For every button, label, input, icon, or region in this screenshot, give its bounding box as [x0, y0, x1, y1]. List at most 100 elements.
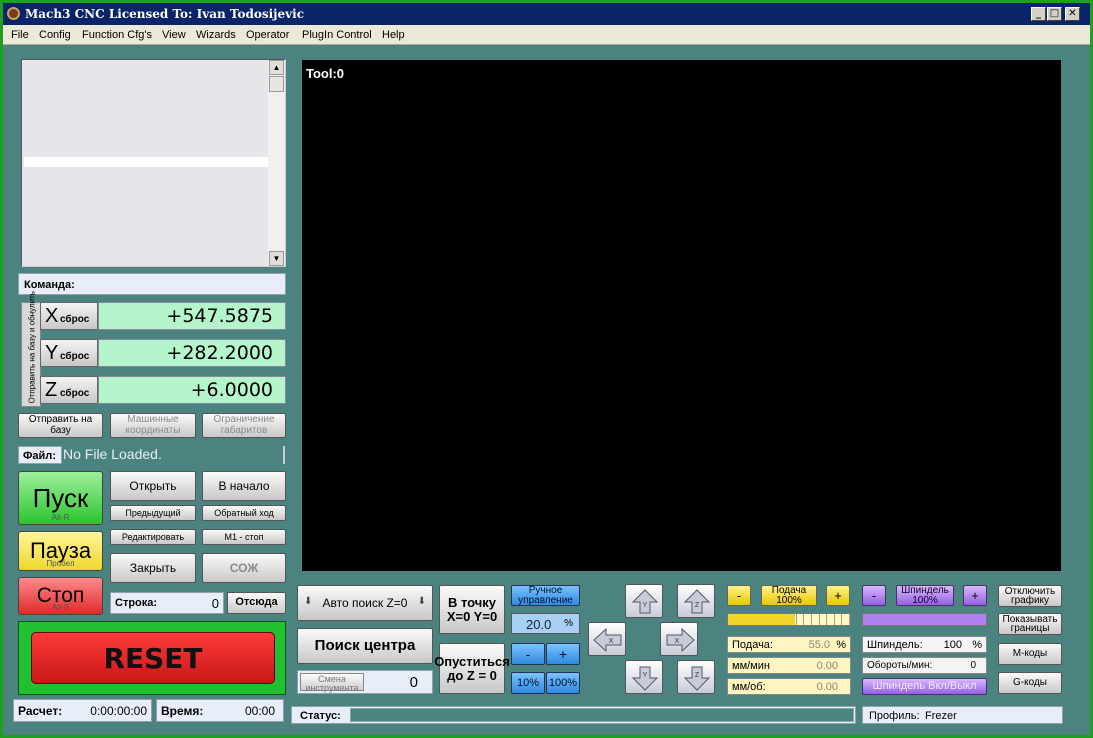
rpm-value: 0 — [970, 660, 976, 671]
feed-mm-rev-field: мм/об: 0.00 — [727, 678, 851, 695]
jog-y-plus-button[interactable]: Y — [625, 584, 663, 618]
soft-limits-button[interactable]: Ограничение габаритов — [202, 413, 286, 438]
jog-rate-minus-button[interactable]: - — [511, 643, 545, 665]
jog-10pct-button[interactable]: 10% — [511, 672, 545, 694]
feed-minus-button[interactable]: - — [727, 585, 751, 606]
feed-mm-min-field: мм/мин 0.00 — [727, 657, 851, 674]
bar-segment — [804, 614, 812, 625]
stop-hotkey: Alt-S — [51, 603, 70, 612]
current-line-highlight — [24, 157, 268, 167]
coolant-button[interactable]: СОЖ — [202, 553, 286, 583]
minimize-button[interactable]: _ — [1031, 7, 1046, 21]
toolpath-display[interactable]: Tool:0 — [302, 60, 1061, 571]
svg-text:Y: Y — [643, 602, 648, 609]
z-reset-button[interactable]: Z сброс — [40, 376, 98, 404]
z-axis-letter: Z — [45, 379, 58, 401]
open-button[interactable]: Открыть — [110, 471, 196, 501]
jog-rate-field[interactable]: 20.0 % — [511, 613, 580, 634]
disable-graphics-button[interactable]: Отключить графику — [998, 585, 1062, 607]
mach3-window: Mach3 CNC Licensed To: Ivan Todosijevic … — [3, 3, 1090, 735]
spindle-value: 100 — [943, 639, 962, 651]
window-title: Mach3 CNC Licensed To: Ivan Todosijevic — [25, 7, 304, 21]
jog-100pct-button[interactable]: 100% — [546, 672, 580, 694]
menu-wizards[interactable]: Wizards — [196, 29, 236, 41]
menu-plugin-control[interactable]: PlugIn Control — [302, 29, 372, 41]
find-center-button[interactable]: Поиск центра — [297, 628, 433, 664]
bar-segment — [835, 614, 843, 625]
spindle-bar — [862, 613, 987, 626]
run-hotkey: Alt-R — [51, 513, 70, 522]
reverse-run-button[interactable]: Обратный ход — [202, 505, 286, 521]
jog-y-minus-button[interactable]: Y — [625, 660, 663, 694]
gcode-list[interactable]: ▲ ▼ — [21, 59, 286, 267]
jog-rate-plus-button[interactable]: + — [546, 643, 580, 665]
menu-function-cfgs[interactable]: Function Cfg's — [82, 29, 152, 41]
x-dro-value[interactable]: +547.5875 — [98, 302, 286, 330]
ref-all-button[interactable]: Отправить на базу — [18, 413, 103, 438]
y-reset-button[interactable]: Y сброс — [40, 339, 98, 367]
scroll-up-icon[interactable]: ▲ — [269, 60, 284, 75]
scroll-down-icon[interactable]: ▼ — [269, 251, 284, 266]
feed-100-button[interactable]: Подача 100% — [761, 585, 817, 606]
profile-label: Профиль: — [869, 710, 920, 722]
spindle-onoff-button[interactable]: Шпиндель Вкл/Выкл — [862, 678, 987, 695]
x-reset-button[interactable]: X сброс — [40, 302, 98, 330]
rewind-button[interactable]: В начало — [202, 471, 286, 501]
spindle-plus-button[interactable]: + — [963, 585, 987, 606]
command-label: Команда: — [24, 279, 75, 291]
close-file-button[interactable]: Закрыть — [110, 553, 196, 583]
tool-change-button[interactable]: Смена инструмента — [300, 673, 364, 693]
prev-line-button[interactable]: Предыдущий — [110, 505, 196, 521]
profile-value: Frezer — [925, 710, 957, 722]
feed-bar-fill — [728, 614, 796, 625]
gcode-scrollbar[interactable]: ▲ ▼ — [268, 60, 285, 266]
m1-stop-button[interactable]: М1 - стоп — [202, 529, 286, 545]
feed-unit: % — [836, 639, 846, 651]
line-field[interactable]: Строка: 0 — [110, 592, 224, 614]
time-label: Время: — [161, 704, 204, 718]
feed-plus-button[interactable]: + — [826, 585, 850, 606]
jog-x-minus-button[interactable]: X — [588, 622, 626, 656]
arrow-right-icon: X — [666, 627, 695, 653]
maximize-button[interactable]: □ — [1047, 7, 1062, 21]
jog-x-plus-button[interactable]: X — [660, 622, 698, 656]
reset-button[interactable]: RESET — [31, 632, 275, 684]
z-dro-value[interactable]: +6.0000 — [98, 376, 286, 404]
file-name: No File Loaded. — [63, 446, 285, 464]
stop-button[interactable]: Стоп Alt-S — [18, 577, 103, 615]
run-button[interactable]: Пуск Alt-R — [18, 471, 103, 525]
status-bar: Статус: — [291, 706, 856, 724]
menu-view[interactable]: View — [162, 29, 186, 41]
y-dro-value[interactable]: +282.2000 — [98, 339, 286, 367]
arrow-down-icon: ⬇ — [417, 596, 426, 607]
command-field[interactable]: Команда: — [18, 273, 286, 295]
menu-operator[interactable]: Operator — [246, 29, 289, 41]
m-codes-button[interactable]: М-коды — [998, 643, 1062, 665]
auto-z-button[interactable]: ⬇ Авто поиск Z=0 ⬇ — [297, 585, 433, 621]
scroll-thumb[interactable] — [269, 76, 284, 92]
jog-z-plus-button[interactable]: Z — [677, 584, 715, 618]
close-button[interactable]: ✕ — [1065, 7, 1080, 21]
edit-button[interactable]: Редактировать — [110, 529, 196, 545]
pause-button[interactable]: Пауза Пробел — [18, 531, 103, 571]
status-label: Статус: — [300, 710, 341, 722]
g-codes-button[interactable]: G-коды — [998, 672, 1062, 694]
lower-z-button[interactable]: Опуститься до Z = 0 — [434, 643, 510, 694]
title-bar: Mach3 CNC Licensed To: Ivan Todosijevic … — [3, 3, 1090, 25]
show-limits-button[interactable]: Показывать границы — [998, 613, 1062, 635]
menu-file[interactable]: File — [11, 29, 29, 41]
spindle-100-button[interactable]: Шпиндель 100% — [896, 585, 954, 606]
feed-field: Подача: 55.0 % — [727, 636, 851, 653]
spindle-minus-button[interactable]: - — [862, 585, 886, 606]
machine-coords-button[interactable]: Машинные координаты — [110, 413, 196, 438]
from-here-button[interactable]: Отсюда — [227, 592, 286, 614]
rpm-field: Обороты/мин: 0 — [862, 657, 987, 674]
manual-control-button[interactable]: Ручное управление — [511, 585, 580, 606]
bar-segment — [797, 614, 805, 625]
menu-config[interactable]: Config — [39, 29, 71, 41]
goto-zero-button[interactable]: В точку X=0 Y=0 — [439, 585, 505, 634]
jog-z-minus-button[interactable]: Z — [677, 660, 715, 694]
ref-zero-side-label: Отправить на базу и обнулить — [21, 291, 41, 407]
app-icon — [7, 7, 20, 20]
menu-help[interactable]: Help — [382, 29, 405, 41]
